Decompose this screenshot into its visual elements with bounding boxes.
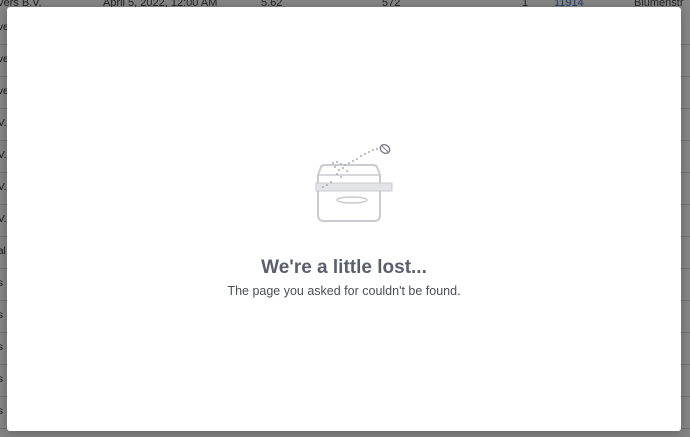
not-found-title: We're a little lost...: [261, 257, 427, 278]
not-found-subtitle: The page you asked for couldn't be found…: [227, 284, 461, 298]
empty-box-with-seed-icon: [315, 143, 393, 222]
not-found-modal: We're a little lost... The page you aske…: [7, 7, 681, 431]
